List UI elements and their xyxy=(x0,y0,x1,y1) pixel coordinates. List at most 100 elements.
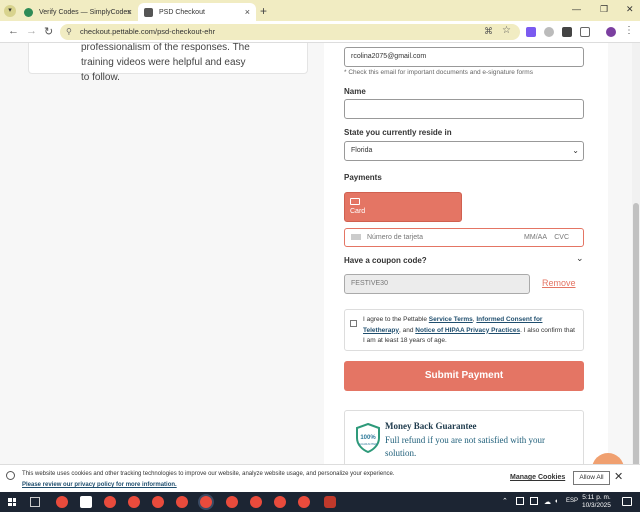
scrollbar-thumb[interactable] xyxy=(633,203,639,473)
clock[interactable]: 5:11 p. m. 10/3/2025 xyxy=(582,494,611,510)
close-tab-icon[interactable]: × xyxy=(245,7,250,17)
guarantee-badge-sub: GUARANTEE xyxy=(359,442,378,446)
extension-a-icon[interactable] xyxy=(526,27,536,37)
chrome-icon[interactable] xyxy=(226,496,238,508)
email-note: * Check this email for important documen… xyxy=(344,69,533,76)
close-window-icon[interactable]: ✕ xyxy=(626,4,634,15)
coupon-label[interactable]: Have a coupon code? xyxy=(344,256,427,265)
system-tray-icon[interactable] xyxy=(516,497,524,505)
service-terms-link[interactable]: Service Terms xyxy=(429,316,473,323)
close-tab-icon[interactable]: × xyxy=(127,7,132,17)
guarantee-badge-text: 100% xyxy=(360,435,376,441)
tab-verify-codes[interactable]: Verify Codes — SimplyCodes × xyxy=(18,3,138,21)
windows-taskbar: ⌃ ☁ ◖ ESP 5:11 p. m. 10/3/2025 xyxy=(0,492,640,512)
allow-all-button[interactable]: Allow All xyxy=(573,471,610,485)
cookie-banner: This website uses cookies and other trac… xyxy=(0,464,640,492)
menu-icon[interactable]: ⋮ xyxy=(624,25,634,36)
page-content: professionalism of the responses. The tr… xyxy=(0,43,632,464)
guarantee-desc: Full refund if you are not satisfied wit… xyxy=(385,435,545,458)
cloud-icon[interactable]: ☁ xyxy=(544,498,551,506)
simplycodes-favicon-icon xyxy=(24,7,33,17)
address-bar[interactable]: ⚲ checkout.pettable.com/psd-checkout-ehr xyxy=(60,24,520,40)
terms-agreement: I agree to the Pettable Service Terms, I… xyxy=(344,309,584,351)
url-text: checkout.pettable.com/psd-checkout-ehr xyxy=(80,27,216,36)
name-field[interactable] xyxy=(344,99,584,119)
agree-and: , and xyxy=(399,326,414,334)
minimize-icon[interactable]: — xyxy=(572,4,581,14)
forward-icon[interactable]: → xyxy=(26,25,37,37)
agree-comma: , xyxy=(472,316,475,323)
language-indicator[interactable]: ESP xyxy=(566,498,578,504)
extension-b-icon[interactable] xyxy=(544,27,554,37)
submit-payment-button[interactable]: Submit Payment xyxy=(344,361,584,391)
card-icon xyxy=(350,198,360,205)
chrome-icon[interactable] xyxy=(128,496,140,508)
card-number-placeholder: Número de tarjeta xyxy=(366,234,423,241)
notification-icon[interactable] xyxy=(622,497,632,506)
hipaa-notice-link[interactable]: Notice of HIPAA Privacy Practices xyxy=(415,327,520,334)
chevron-down-icon[interactable]: ⌄ xyxy=(576,253,584,264)
app-icon[interactable] xyxy=(324,496,336,508)
close-icon[interactable]: ✕ xyxy=(614,470,623,483)
email-field[interactable]: rcolina2075@gmail.com xyxy=(344,47,584,67)
remove-coupon-link[interactable]: Remove xyxy=(542,278,576,288)
extensions-icon[interactable] xyxy=(580,27,590,37)
profile-avatar[interactable] xyxy=(606,27,616,37)
guarantee-shield-icon: 100% GUARANTEE xyxy=(356,423,380,453)
tab-search-icon[interactable]: ▾ xyxy=(4,5,16,17)
money-back-guarantee: 100% GUARANTEE Money Back Guarantee Full… xyxy=(344,410,584,464)
windows-start-icon[interactable] xyxy=(8,498,16,506)
speaker-icon[interactable]: ◖ xyxy=(554,498,558,505)
chevron-down-icon: ⌄ xyxy=(572,146,579,155)
reload-icon[interactable]: ↻ xyxy=(44,25,53,38)
manage-cookies-link[interactable]: Manage Cookies xyxy=(510,474,565,481)
new-tab-button[interactable]: + xyxy=(260,4,267,18)
extension-c-icon[interactable] xyxy=(562,27,572,37)
privacy-policy-link[interactable]: Please review our privacy policy for mor… xyxy=(22,482,177,488)
chevron-up-icon[interactable]: ⌃ xyxy=(502,497,508,505)
payments-label: Payments xyxy=(344,173,382,182)
pettable-favicon-icon xyxy=(144,7,153,17)
name-label: Name xyxy=(344,87,366,96)
app-icon[interactable] xyxy=(80,496,92,508)
tab-title: PSD Checkout xyxy=(159,8,205,16)
tab-psd-checkout[interactable]: PSD Checkout × xyxy=(138,3,256,21)
agree-text: I agree to the Pettable xyxy=(363,316,427,323)
back-icon[interactable]: ← xyxy=(8,25,19,37)
chrome-icon[interactable] xyxy=(176,496,188,508)
clock-time: 5:11 p. m. xyxy=(582,494,611,501)
chrome-icon[interactable] xyxy=(56,496,68,508)
card-cvc-placeholder: CVC xyxy=(554,234,569,241)
cookie-icon xyxy=(6,471,15,480)
coupon-input[interactable]: FESTIVE30 xyxy=(344,274,530,294)
chrome-icon[interactable] xyxy=(274,496,286,508)
review-text: professionalism of the responses. The tr… xyxy=(81,43,250,83)
chrome-icon[interactable] xyxy=(200,496,212,508)
chrome-icon[interactable] xyxy=(250,496,262,508)
state-label: State you currently reside in xyxy=(344,128,452,137)
checkout-form: rcolina2075@gmail.com * Check this email… xyxy=(324,43,608,464)
review-card: professionalism of the responses. The tr… xyxy=(28,43,308,83)
clock-date: 10/3/2025 xyxy=(582,502,611,509)
chrome-icon[interactable] xyxy=(152,496,164,508)
cookie-message: This website uses cookies and other trac… xyxy=(22,469,502,491)
card-payment-button[interactable]: Card xyxy=(344,192,462,222)
cookie-text: This website uses cookies and other trac… xyxy=(22,471,395,477)
card-label: Card xyxy=(350,208,366,215)
star-icon[interactable]: ☆ xyxy=(502,25,511,36)
card-expiry-placeholder: MM/AA xyxy=(524,234,547,241)
translate-icon[interactable]: ⌘ xyxy=(484,26,493,37)
state-value: Florida xyxy=(351,147,373,154)
chrome-icon[interactable] xyxy=(298,496,310,508)
chrome-icon[interactable] xyxy=(104,496,116,508)
network-icon[interactable] xyxy=(530,497,538,505)
maximize-icon[interactable]: ❐ xyxy=(600,4,608,15)
task-view-icon[interactable] xyxy=(30,497,40,507)
page-scrollbar[interactable] xyxy=(632,43,640,473)
terms-checkbox[interactable] xyxy=(350,320,357,327)
browser-toolbar: ← → ↻ ⚲ checkout.pettable.com/psd-checko… xyxy=(0,21,640,43)
site-info-icon[interactable]: ⚲ xyxy=(66,24,72,40)
card-number-input[interactable]: Número de tarjeta MM/AA CVC xyxy=(344,228,584,247)
state-select[interactable]: Florida ⌄ xyxy=(344,141,584,161)
card-brand-icon xyxy=(351,234,361,241)
